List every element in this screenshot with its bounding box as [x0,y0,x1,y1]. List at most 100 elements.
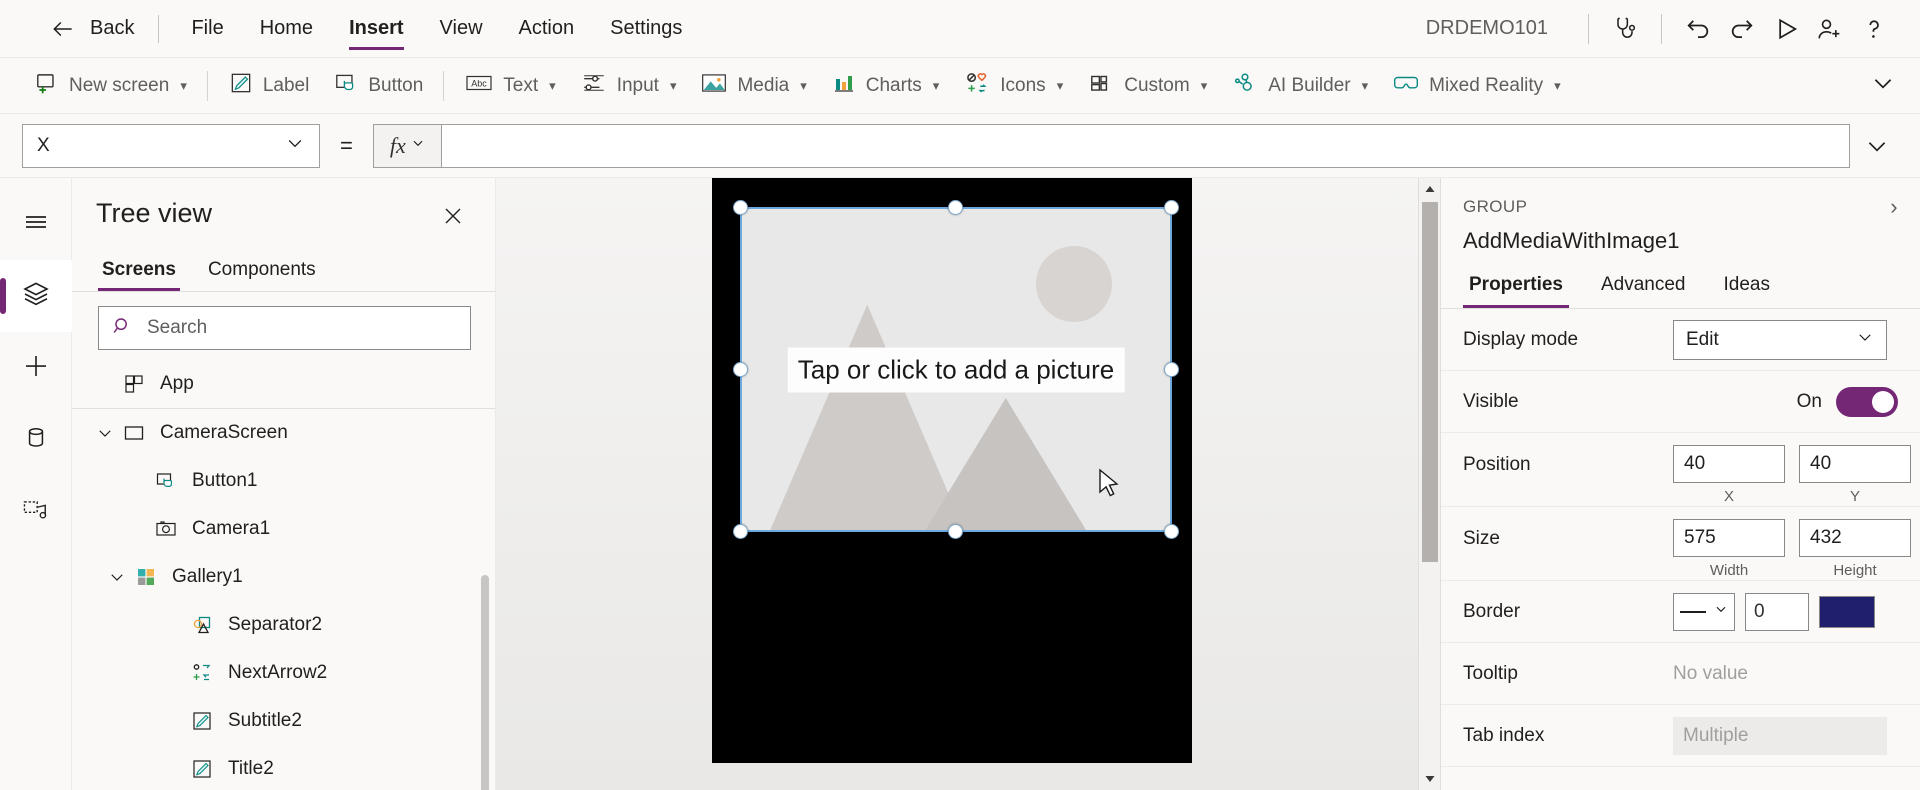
tab-label: Ideas [1723,274,1770,295]
ribbon-label-control[interactable]: Label [216,64,322,107]
chevron-down-icon[interactable]: ▾ [1201,78,1208,94]
chevron-down-icon[interactable]: ▾ [933,78,940,94]
canvas-scrollbar[interactable] [1418,178,1440,790]
tree-node-separator2[interactable]: Separator2 [72,601,495,649]
tree-node-nextarrow2[interactable]: NextArrow2 [72,649,495,697]
scroll-down-button[interactable] [1419,768,1440,790]
tree-scrollbar[interactable] [481,360,489,790]
size-width-input[interactable]: 575 [1673,519,1785,557]
resize-handle-bottom-center[interactable] [948,524,963,539]
tab-components[interactable]: Components [200,253,324,291]
tab-advanced[interactable]: Advanced [1593,268,1694,308]
tab-ideas[interactable]: Ideas [1716,268,1778,308]
screen-preview[interactable]: Tap or click to add a picture [712,178,1192,763]
rail-item-media[interactable] [0,476,72,548]
tree-view-panel: Tree view Screens Components Search App … [72,178,496,790]
ribbon-icons[interactable]: Icons ▾ [951,64,1075,107]
size-height-input[interactable]: 432 [1799,519,1911,557]
ribbon-media[interactable]: Media ▾ [688,65,818,106]
chevron-down-icon[interactable]: ▾ [1362,78,1369,94]
chevron-down-icon[interactable]: ▾ [180,78,187,94]
resize-handle-middle-right[interactable] [1164,362,1179,377]
rail-item-hamburger[interactable] [0,188,72,260]
ribbon-label: Charts [865,74,922,96]
properties-kind-row: GROUP › [1463,194,1898,220]
tooltip-input[interactable]: No value [1673,655,1887,693]
tab-properties[interactable]: Properties [1461,268,1571,308]
resize-handle-bottom-right[interactable] [1164,524,1179,539]
resize-handle-top-left[interactable] [733,200,748,215]
ribbon-input[interactable]: Input ▾ [568,64,689,107]
formula-expand-button[interactable] [1850,124,1904,168]
chevron-down-icon[interactable]: ▾ [1057,78,1064,94]
position-x-input[interactable]: 40 [1673,445,1785,483]
border-thickness-input[interactable]: 0 [1745,592,1809,631]
tree-node-app[interactable]: App [72,360,495,408]
menu-item-home[interactable]: Home [242,9,331,48]
fx-button[interactable]: fx [372,123,441,168]
search-box[interactable] [98,306,471,350]
camera-icon [150,517,182,541]
chevron-down-icon[interactable]: ▾ [800,78,807,94]
play-icon[interactable] [1764,7,1808,51]
tree-node-gallery1[interactable]: Gallery1 [72,553,495,601]
back-button[interactable]: Back [40,10,144,48]
search-input[interactable] [145,316,458,340]
menu-item-file[interactable]: File [173,9,241,48]
tab-screens[interactable]: Screens [94,253,184,291]
menu-item-view[interactable]: View [422,9,501,48]
resize-handle-bottom-left[interactable] [733,524,748,539]
chevron-right-icon[interactable]: › [1890,194,1898,220]
chevron-down-icon[interactable] [92,424,118,442]
chevron-down-icon[interactable]: ▾ [1554,78,1561,94]
resize-handle-top-right[interactable] [1164,200,1179,215]
visible-toggle[interactable] [1836,386,1898,417]
chevron-down-icon[interactable]: ▾ [549,78,556,94]
rail-item-insert[interactable] [0,332,72,404]
tab-index-input[interactable]: Multiple [1673,716,1887,755]
share-user-icon[interactable] [1808,7,1852,51]
border-style-select[interactable] [1673,592,1735,631]
rail-item-data[interactable] [0,404,72,476]
scroll-up-button[interactable] [1419,178,1440,200]
position-y-value: 40 [1810,453,1832,474]
rail-item-tree-view[interactable] [0,260,72,332]
menu-item-action[interactable]: Action [501,9,593,48]
tree-node-subtitle2[interactable]: Subtitle2 [72,697,495,745]
menu-item-settings[interactable]: Settings [592,9,700,48]
resize-handle-top-center[interactable] [948,200,963,215]
chevron-down-icon[interactable]: ▾ [670,78,677,94]
position-y-input[interactable]: 40 [1799,445,1911,483]
topbar-divider [1588,13,1589,44]
menu-item-insert[interactable]: Insert [331,9,421,50]
back-label: Back [90,17,135,39]
undo-icon[interactable] [1676,7,1720,51]
close-icon[interactable] [435,198,471,239]
tree-node-title2[interactable]: Title2 [72,745,495,790]
ribbon-mixed-reality[interactable]: Mixed Reality ▾ [1380,65,1573,106]
border-color-swatch[interactable] [1819,595,1875,628]
text-abc-icon: Abc [464,71,494,100]
tree-node-camerascreen[interactable]: CameraScreen [72,409,495,457]
ribbon-charts[interactable]: Charts ▾ [819,65,952,106]
ribbon-overflow-button[interactable] [1858,64,1920,107]
help-icon[interactable] [1852,7,1896,51]
resize-handle-middle-left[interactable] [733,362,748,377]
ribbon-divider [206,70,208,101]
ribbon-ai-builder[interactable]: AI Builder ▾ [1219,64,1380,107]
tree-node-button1[interactable]: Button1 [72,457,495,505]
stethoscope-icon[interactable] [1603,7,1647,51]
ribbon-new-screen[interactable]: New screen ▾ [22,64,199,107]
property-selector[interactable]: X [22,123,320,168]
ribbon-text[interactable]: Abc Text ▾ [452,65,567,106]
tree-node-camera1[interactable]: Camera1 [72,505,495,553]
formula-input[interactable] [440,123,1850,168]
redo-icon[interactable] [1720,7,1764,51]
canvas-scroll-thumb[interactable] [1422,202,1438,562]
display-mode-select[interactable]: Edit [1673,319,1887,360]
properties-tabs: Properties Advanced Ideas [1441,254,1920,309]
ribbon-button-control[interactable]: Button [321,64,435,107]
ribbon-custom[interactable]: Custom ▾ [1075,64,1219,107]
chevron-down-icon[interactable] [104,568,130,586]
app-canvas[interactable]: Tap or click to add a picture [496,178,1440,790]
